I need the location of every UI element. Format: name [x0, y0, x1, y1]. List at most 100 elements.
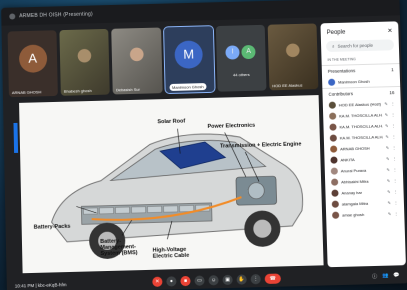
label-bms: Battery- Management- System (BMS): [100, 238, 138, 258]
mic-off-icon[interactable]: ✎: [387, 178, 391, 183]
participant-name: KA.M. THOSCILLA ALHA: [339, 112, 382, 119]
label-power-electronics: Power Electronics: [207, 122, 256, 130]
participant-tile-presenter[interactable]: M Manimoon Ghosh: [162, 25, 216, 95]
mic-off-icon[interactable]: ✎: [384, 101, 388, 106]
mic-off-icon[interactable]: ✕: [152, 276, 163, 287]
participant-name: KA.M. THOSCILLA ALHA: [339, 134, 383, 141]
camera-feed: [267, 23, 319, 91]
slide-marker: [13, 122, 19, 153]
participant-name: Debasish Sur: [115, 86, 141, 93]
window-dot-icon: [9, 13, 16, 20]
presentation-slide: Solar Roof Power Electronics Transmissio…: [13, 95, 324, 274]
more-icon[interactable]: ⋮: [391, 101, 395, 106]
raise-hand-icon[interactable]: ✋: [236, 274, 247, 285]
more-icon[interactable]: ⋮: [392, 145, 396, 150]
mic-off-icon[interactable]: ✎: [388, 211, 392, 216]
mic-icon[interactable]: ●: [166, 276, 177, 287]
camera-feed: [111, 27, 163, 95]
search-input[interactable]: ⌕ Search for people: [325, 39, 395, 53]
participant-name: HOD EE Alaskus (Host): [338, 101, 382, 108]
participant-name: Ananay har: [341, 189, 363, 196]
participant-name: ARNAB GHOSH: [11, 89, 42, 96]
others-avatars: I A: [225, 44, 256, 60]
search-icon: ⌕: [332, 43, 335, 49]
mic-off-icon[interactable]: ✎: [385, 112, 389, 117]
participant-tiles: A ARNAB GHOSH Bhabesh ghosh Debasish Sur…: [7, 23, 319, 98]
search-placeholder: Search for people: [337, 42, 374, 49]
mic-off-icon[interactable]: ✎: [387, 200, 391, 205]
label-hv-cable: High-Voltage Electric Cable: [152, 246, 190, 260]
participant-tile[interactable]: HOD EE Alaskus: [267, 23, 319, 91]
captions-icon[interactable]: ▭: [194, 275, 205, 286]
more-icon[interactable]: ⋮: [394, 200, 398, 205]
avatar: [330, 167, 338, 175]
list-item[interactable]: amae ghosh ✎ ⋮: [326, 208, 404, 221]
people-panel-title: People: [326, 29, 346, 36]
camera-feed: [59, 28, 111, 96]
participant-name: HOD EE Alaskus: [272, 82, 303, 89]
avatar: [331, 189, 339, 197]
more-icon[interactable]: ⋮: [391, 123, 395, 128]
info-icon[interactable]: ⓘ: [372, 272, 377, 279]
avatar: [331, 178, 339, 186]
mic-off-icon[interactable]: ✎: [387, 189, 391, 194]
more-icon[interactable]: ⋮: [393, 189, 397, 194]
more-icon[interactable]: ⋮: [391, 112, 395, 117]
participant-tile[interactable]: A ARNAB GHOSH: [7, 30, 59, 98]
close-icon[interactable]: ✕: [387, 27, 392, 34]
people-panel-header: People ✕: [320, 21, 398, 38]
more-icon[interactable]: ⋮: [394, 211, 398, 216]
people-icon[interactable]: 👥: [382, 272, 388, 279]
avatar: M: [174, 40, 204, 69]
avatar: I: [225, 45, 240, 60]
participant-name: amae ghosh: [342, 211, 365, 218]
participant-name: KA.M. THOSCILLA ALHA: [339, 123, 383, 130]
call-controls: ✕ ● ■ ▭ ☺ ▣ ✋ ⋮ ☎: [152, 273, 281, 287]
label-solar-roof: Solar Roof: [157, 118, 186, 126]
participant-name: alamgala Mitra: [341, 200, 369, 207]
mic-off-icon[interactable]: ✎: [386, 167, 390, 172]
avatar: [330, 145, 338, 153]
avatar: [332, 211, 340, 219]
more-icon[interactable]: ⋮: [392, 156, 396, 161]
more-options-icon[interactable]: ⋮: [250, 274, 261, 285]
leave-call-button[interactable]: ☎: [264, 273, 281, 284]
emoji-icon[interactable]: ☺: [208, 275, 219, 286]
group-label: Presentations: [327, 68, 356, 74]
avatar: A: [241, 44, 256, 60]
group-label: Contributors: [328, 91, 354, 97]
participant-tile[interactable]: Bhabesh ghosh: [59, 28, 111, 96]
participant-name: ANKITA: [340, 157, 355, 163]
avatar: [329, 123, 337, 131]
avatar: [329, 112, 337, 120]
avatar: [328, 78, 336, 86]
participant-tile-others[interactable]: I A 44 others: [215, 24, 267, 92]
participant-name: Manimoon Ghosh: [168, 83, 207, 91]
mic-off-icon[interactable]: ✎: [386, 145, 390, 150]
present-icon[interactable]: ▣: [222, 274, 233, 286]
more-icon[interactable]: ⋮: [393, 178, 397, 183]
side-controls: ⓘ 👥 💬: [372, 272, 400, 280]
mic-off-icon[interactable]: ✎: [385, 123, 389, 128]
avatar: [331, 200, 339, 208]
avatar: [330, 156, 338, 164]
label-battery-packs: Battery-Packs: [33, 223, 71, 231]
mic-off-icon[interactable]: ✎: [385, 134, 389, 139]
chat-icon[interactable]: 💬: [393, 272, 399, 279]
camera-off-icon[interactable]: ■: [180, 275, 191, 287]
meeting-window: ARMEB DH OISH (Presenting) A ARNAB GHOSH…: [1, 0, 407, 290]
avatar: [328, 101, 336, 109]
more-icon[interactable]: ⋮: [392, 134, 396, 139]
avatar: [329, 134, 337, 142]
group-count: 1: [391, 67, 394, 73]
avatar: A: [18, 44, 47, 73]
mic-off-icon[interactable]: ✎: [386, 156, 390, 161]
meeting-time-code: 10:41 PM | kbc-eKqB-hfm: [14, 281, 67, 289]
window-title: ARMEB DH OISH (Presenting): [19, 11, 93, 20]
participant-name: Bhabesh ghosh: [63, 88, 92, 94]
participant-tile[interactable]: Debasish Sur: [111, 27, 163, 95]
participant-name: Abhisakhi Mitra: [341, 178, 369, 185]
participant-name: Manimoon Ghosh: [338, 78, 370, 85]
group-count: 16: [389, 90, 395, 96]
more-icon[interactable]: ⋮: [393, 167, 397, 172]
